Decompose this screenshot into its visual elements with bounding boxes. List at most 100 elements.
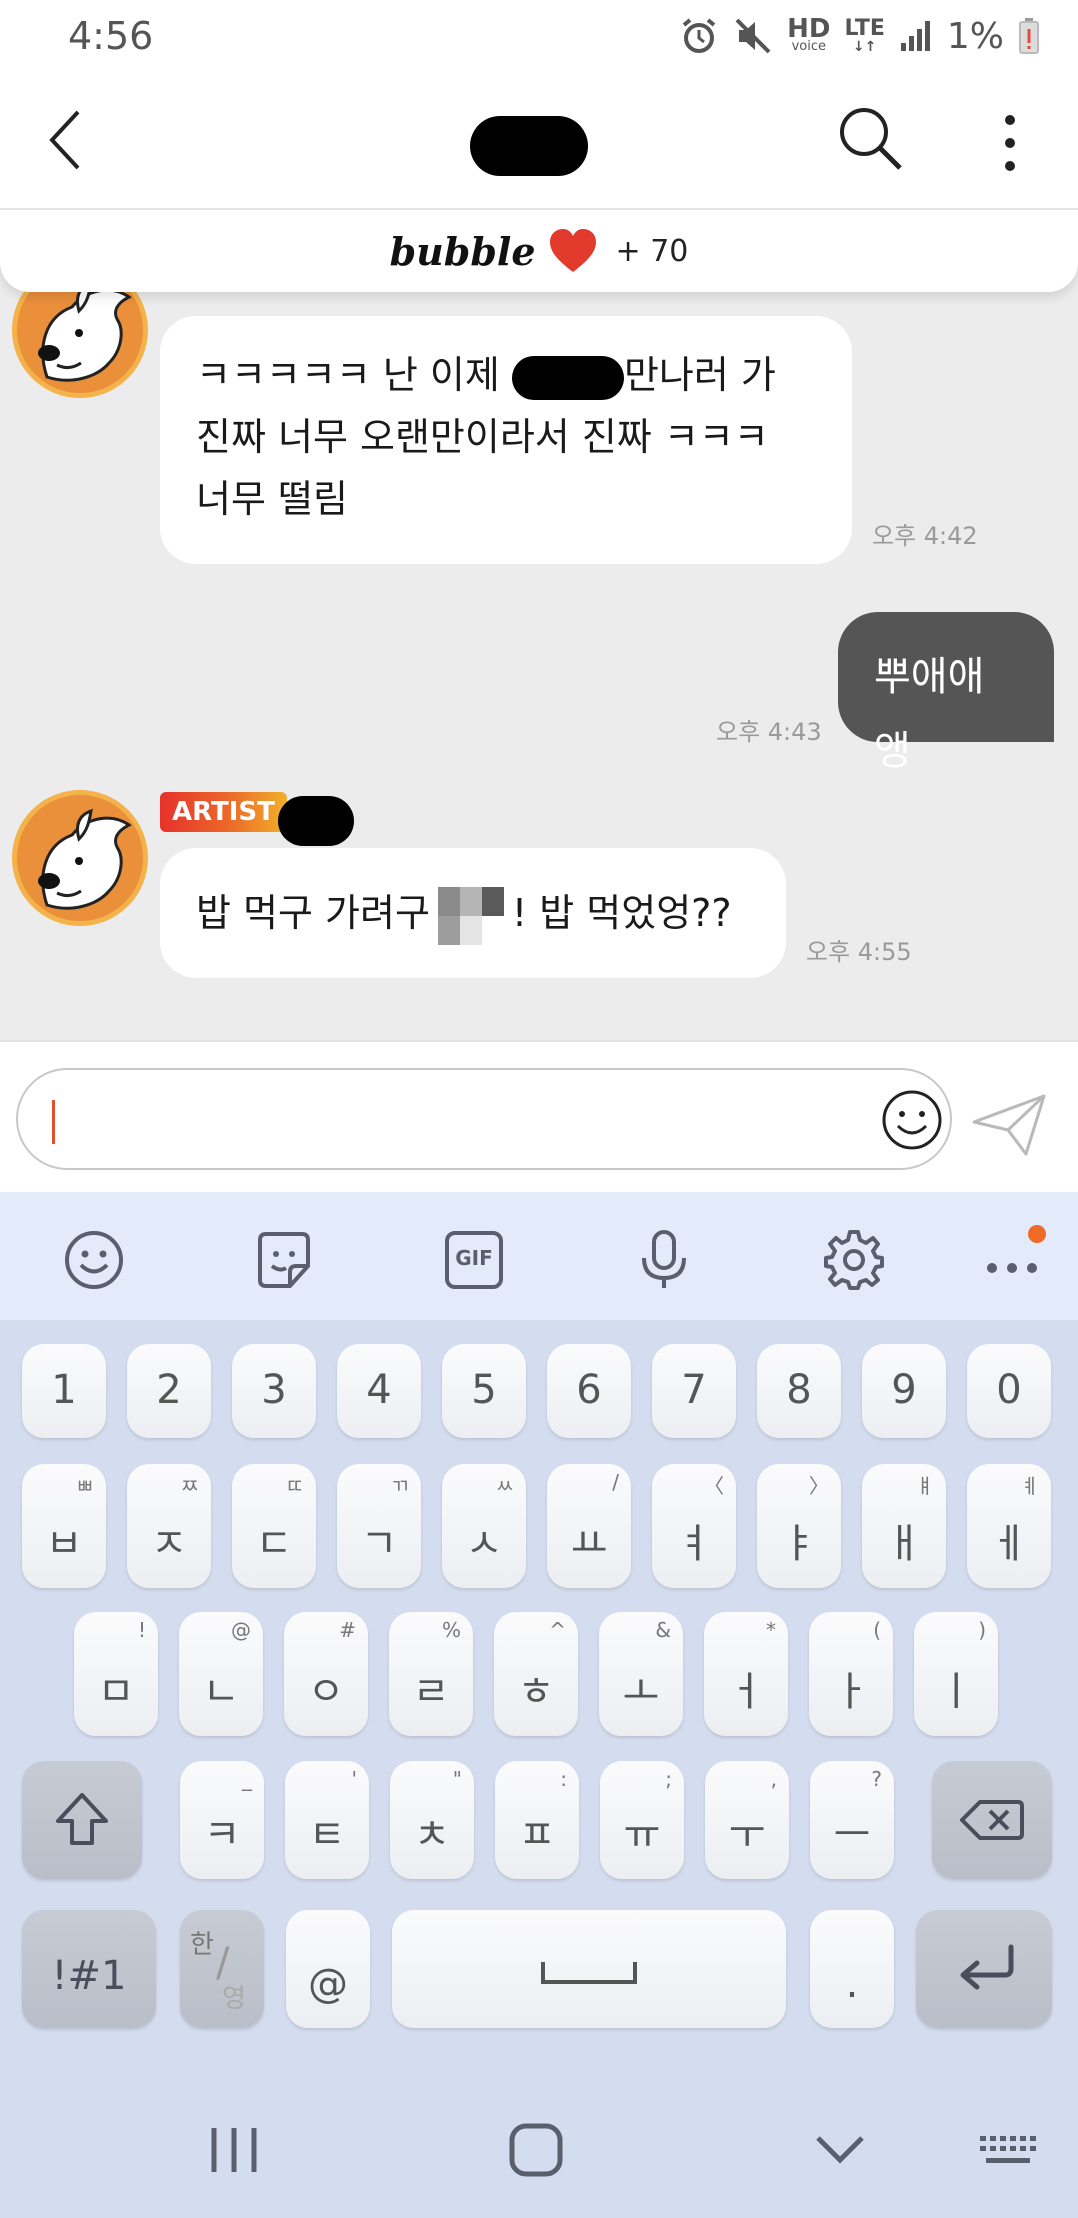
key-label: ㅡ	[833, 1812, 871, 1858]
key-row3-0[interactable]: ㅋ _	[180, 1761, 264, 1879]
key-row1-7[interactable]: ㅑ〉	[757, 1464, 841, 1588]
key-numbers-9[interactable]: 0	[967, 1344, 1051, 1438]
key-row1-1[interactable]: ㅈㅉ	[127, 1464, 211, 1588]
key-row1-4[interactable]: ㅅㅆ	[442, 1464, 526, 1588]
chat-area[interactable]: ㅋㅋㅋㅋㅋ 난 이제 만나러 가 진짜 너무 오랜만이라서 진짜 ㅋㅋㅋ 너무 …	[0, 210, 1078, 1040]
sticker-button[interactable]	[252, 1228, 316, 1292]
language-switch-key[interactable]: 한 / 영	[180, 1910, 264, 2028]
keyboard-toolbar: GIF	[0, 1192, 1078, 1320]
key-label: 3	[261, 1367, 287, 1413]
keyboard-settings-button[interactable]	[822, 1228, 886, 1292]
key-row1-0[interactable]: ㅂㅃ	[22, 1464, 106, 1588]
heart-icon	[549, 229, 596, 272]
key-row2-3[interactable]: ㄹ%	[389, 1612, 473, 1736]
keyboard-switch-button[interactable]	[976, 2122, 1040, 2178]
artist-avatar[interactable]	[12, 790, 148, 926]
search-button[interactable]	[836, 104, 906, 174]
key-numbers-6[interactable]: 7	[652, 1344, 736, 1438]
key-hint: _	[242, 1767, 252, 1791]
key-label: ㅇ	[307, 1669, 345, 1715]
key-hint: ㅆ	[495, 1474, 514, 1498]
key-row2-7[interactable]: ㅏ(	[809, 1612, 893, 1736]
chat-header	[0, 72, 1078, 210]
key-row1-2[interactable]: ㄷㄸ	[232, 1464, 316, 1588]
lang-top-label: 한	[190, 1930, 214, 1960]
key-numbers-3[interactable]: 4	[337, 1344, 421, 1438]
key-row2-6[interactable]: ㅓ *	[704, 1612, 788, 1736]
key-numbers-2[interactable]: 3	[232, 1344, 316, 1438]
my-message-bubble[interactable]: 뿌애애앵	[838, 612, 1054, 774]
gif-button[interactable]: GIF	[442, 1228, 506, 1292]
key-numbers-8[interactable]: 9	[862, 1344, 946, 1438]
name-redacted	[511, 355, 624, 400]
emoji-keyboard-button[interactable]	[62, 1228, 126, 1292]
key-row3-2[interactable]: ㅊ "	[390, 1761, 474, 1879]
backspace-key[interactable]	[932, 1761, 1052, 1879]
back-button[interactable]	[40, 102, 100, 178]
key-row1-3[interactable]: ㄱㄲ	[337, 1464, 421, 1588]
key-numbers-5[interactable]: 6	[547, 1344, 631, 1438]
at-key[interactable]: @	[286, 1910, 370, 2028]
space-icon	[541, 1962, 637, 1984]
chat-title-redacted	[470, 116, 588, 176]
key-row1-5[interactable]: ㅛ /	[547, 1464, 631, 1588]
message-input[interactable]	[16, 1068, 952, 1170]
key-row1-6[interactable]: ㅕ〈	[652, 1464, 736, 1588]
lte-label: LTE	[844, 16, 885, 41]
key-label: ㅕ	[675, 1521, 713, 1567]
key-label: ㅂ	[45, 1521, 83, 1567]
key-row3-6[interactable]: ㅡ?	[810, 1761, 894, 1879]
key-row1-9[interactable]: ㅔㅖ	[967, 1464, 1051, 1588]
message-bubble[interactable]: 밥 먹구 가려구 ! 밥 먹었엉??	[160, 848, 786, 978]
key-label: ㅑ	[780, 1521, 818, 1567]
key-row3-4[interactable]: ㅠ;	[600, 1761, 684, 1879]
space-key[interactable]	[392, 1910, 786, 2028]
key-label: ㅍ	[518, 1812, 556, 1858]
key-hint: /	[612, 1470, 619, 1494]
key-row3-1[interactable]: ㅌ '	[285, 1761, 369, 1879]
bubble-banner[interactable]: bubble + 70	[0, 210, 1078, 292]
key-label: 9	[891, 1367, 917, 1413]
key-row2-2[interactable]: ㅇ #	[284, 1612, 368, 1736]
key-numbers-7[interactable]: 8	[757, 1344, 841, 1438]
send-button[interactable]	[970, 1092, 1048, 1158]
key-row2-4[interactable]: ㅎ ^	[494, 1612, 578, 1736]
shift-key[interactable]	[22, 1761, 142, 1879]
bubble-logo: bubble	[389, 228, 536, 274]
message-bubble[interactable]: ㅋㅋㅋㅋㅋ 난 이제 만나러 가 진짜 너무 오랜만이라서 진짜 ㅋㅋㅋ 너무 …	[160, 316, 852, 564]
text-caret	[52, 1100, 55, 1144]
more-options-button[interactable]	[990, 108, 1030, 178]
key-numbers-0[interactable]: 1	[22, 1344, 106, 1438]
home-button[interactable]	[504, 2122, 568, 2178]
period-key[interactable]: .	[810, 1910, 894, 2028]
key-row2-8[interactable]: ㅣ)	[914, 1612, 998, 1736]
key-row2-5[interactable]: ㅗ &	[599, 1612, 683, 1736]
key-label: ㅣ	[937, 1669, 975, 1715]
recent-apps-button[interactable]	[202, 2122, 266, 2178]
shift-icon	[56, 1793, 108, 1845]
voice-input-button[interactable]	[632, 1228, 696, 1292]
symbols-key[interactable]: !#1	[22, 1910, 156, 2028]
hd-voice-indicator: HD voice	[787, 16, 830, 54]
key-hint: ㄸ	[285, 1474, 304, 1498]
key-row2-0[interactable]: ㅁ!	[74, 1612, 158, 1736]
enter-icon	[960, 1944, 1014, 1990]
key-row3-3[interactable]: ㅍ:	[495, 1761, 579, 1879]
key-hint: 〈	[704, 1474, 724, 1498]
key-row2-1[interactable]: ㄴ @	[179, 1612, 263, 1736]
key-hint: #	[339, 1618, 356, 1642]
mute-icon	[735, 18, 771, 54]
status-icons: HD voice LTE ↓↑ 1%	[679, 12, 1040, 60]
key-numbers-1[interactable]: 2	[127, 1344, 211, 1438]
smiley-icon	[65, 1231, 123, 1289]
enter-key[interactable]	[916, 1910, 1052, 2028]
key-numbers-4[interactable]: 5	[442, 1344, 526, 1438]
emoji-button[interactable]	[880, 1088, 944, 1152]
key-row1-8[interactable]: ㅐㅒ	[862, 1464, 946, 1588]
key-row3-5[interactable]: ㅜ,	[705, 1761, 789, 1879]
lte-indicator: LTE ↓↑	[844, 16, 885, 55]
symbols-label: !#1	[51, 1953, 127, 1999]
hide-keyboard-button[interactable]	[808, 2122, 872, 2178]
key-hint: ;	[665, 1767, 672, 1791]
key-hint: ㅉ	[180, 1474, 199, 1498]
